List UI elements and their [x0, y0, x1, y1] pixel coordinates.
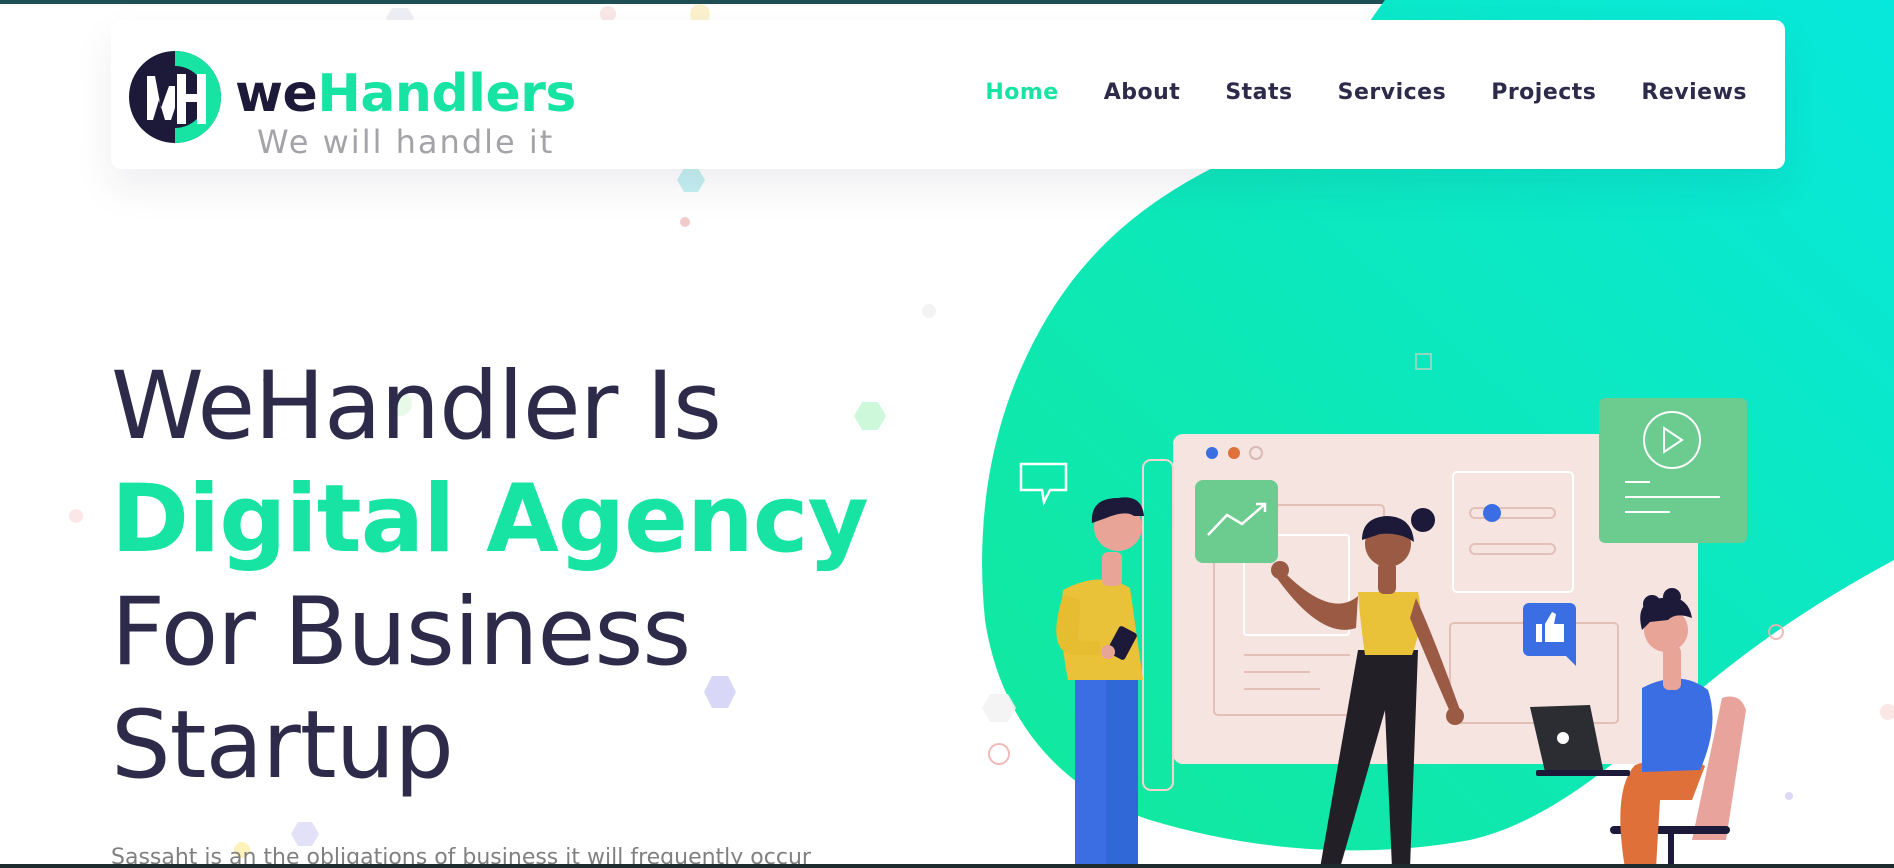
main-nav: Home About Stats Services Projects Revie…	[985, 80, 1747, 105]
hero-line-1: WeHandler Is	[111, 352, 722, 461]
logo-mark-icon	[129, 51, 221, 143]
nav-projects-link[interactable]: Projects	[1491, 80, 1596, 105]
play-icon	[1599, 398, 1747, 543]
hero-illustration	[1019, 398, 1747, 868]
nav-services-link[interactable]: Services	[1338, 80, 1447, 105]
window-dot-blue	[1206, 447, 1218, 459]
brand-logo[interactable]: weHandlers We will handle it	[125, 46, 585, 160]
brand-name-we: we	[235, 64, 318, 124]
brand-name: weHandlers	[235, 66, 576, 122]
chat-bubble-icon	[1019, 462, 1068, 506]
bottom-edge-strip	[0, 864, 1894, 868]
site-header: weHandlers We will handle it Home About …	[111, 20, 1785, 169]
chart-icon	[1195, 480, 1278, 563]
man-with-phone-figure	[1056, 497, 1144, 868]
nav-home-link[interactable]: Home	[985, 80, 1058, 105]
hero-heading: WeHandler Is Digital Agency For Business…	[111, 350, 931, 802]
brand-name-handlers: Handlers	[317, 64, 576, 124]
hero-line-2-accent: Digital Agency	[111, 465, 869, 574]
nav-about-link[interactable]: About	[1104, 80, 1181, 105]
hero-line-3: For Business	[111, 578, 691, 687]
hero-line-4: Startup	[111, 691, 454, 800]
nav-reviews-link[interactable]: Reviews	[1641, 80, 1747, 105]
nav-stats-link[interactable]: Stats	[1225, 80, 1292, 105]
slider-knob	[1483, 504, 1501, 522]
window-dot-orange	[1228, 447, 1240, 459]
brand-tagline: We will handle it	[257, 123, 555, 161]
